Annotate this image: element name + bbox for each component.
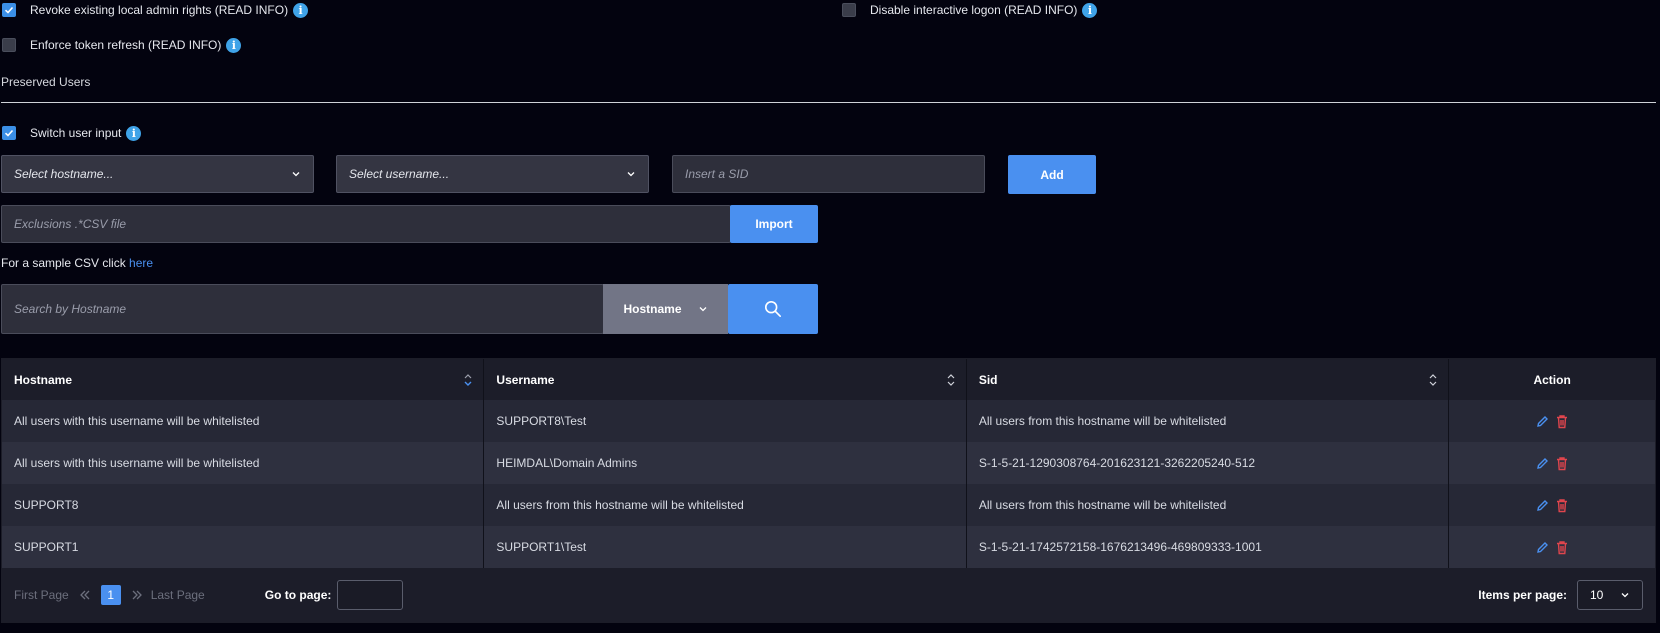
revoke-admin-checkbox[interactable] [2, 3, 16, 17]
cell-sid: S-1-5-21-1290308764-201623121-3262205240… [967, 442, 1450, 484]
edit-icon[interactable] [1535, 414, 1549, 429]
username-select-value: Select username... [349, 167, 450, 181]
column-sid-label: Sid [978, 372, 998, 387]
cell-hostname: All users with this username will be whi… [2, 400, 485, 442]
switch-user-input-option: Switch user input i [2, 124, 142, 142]
switch-user-input-label: Switch user input [30, 126, 122, 140]
revoke-admin-option: Revoke existing local admin rights (READ… [2, 1, 309, 19]
column-action-label: Action [1533, 372, 1571, 387]
column-username-label: Username [496, 372, 555, 387]
csv-file-input[interactable]: Exclusions .*CSV file [1, 205, 731, 243]
column-hostname[interactable]: Hostname [2, 359, 485, 400]
cell-hostname: All users with this username will be whi… [2, 442, 485, 484]
delete-icon[interactable] [1555, 456, 1569, 471]
edit-icon[interactable] [1535, 498, 1549, 513]
import-button[interactable]: Import [730, 205, 818, 243]
add-button[interactable]: Add [1008, 155, 1096, 194]
search-button[interactable] [728, 284, 818, 334]
last-page-link[interactable]: Last Page [151, 588, 205, 602]
table-row: SUPPORT1 SUPPORT1\Test S-1-5-21-17425721… [2, 526, 1655, 568]
cell-username: SUPPORT8\Test [484, 400, 967, 442]
cell-hostname: SUPPORT1 [2, 526, 485, 568]
sid-input[interactable]: Insert a SID [672, 155, 985, 193]
switch-user-input-checkbox[interactable] [2, 126, 16, 140]
table-row: All users with this username will be whi… [2, 442, 1655, 484]
search-filter-value: Hostname [623, 302, 682, 316]
cell-hostname: SUPPORT8 [2, 484, 485, 526]
chevron-down-icon [292, 172, 300, 177]
delete-icon[interactable] [1555, 540, 1569, 555]
edit-icon[interactable] [1535, 456, 1549, 471]
column-sid[interactable]: Sid [967, 359, 1450, 400]
username-select[interactable]: Select username... [336, 155, 649, 193]
hostname-select[interactable]: Select hostname... [1, 155, 314, 193]
column-username[interactable]: Username [484, 359, 967, 400]
cell-action [1449, 484, 1655, 526]
cell-username: All users from this hostname will be whi… [484, 484, 967, 526]
delete-icon[interactable] [1555, 498, 1569, 513]
disable-logon-label: Disable interactive logon (READ INFO) [870, 3, 1078, 17]
disable-logon-option: Disable interactive logon (READ INFO) i [842, 1, 1098, 19]
token-refresh-label: Enforce token refresh (READ INFO) [30, 38, 222, 52]
chevron-down-icon [699, 307, 706, 312]
sample-csv-text: For a sample CSV click here [1, 256, 153, 270]
chevron-down-icon [627, 172, 635, 177]
disable-logon-checkbox[interactable] [842, 3, 856, 17]
cell-sid: All users from this hostname will be whi… [967, 484, 1450, 526]
csv-placeholder: Exclusions .*CSV file [14, 217, 127, 231]
search-filter-select[interactable]: Hostname [603, 284, 728, 334]
cell-sid: All users from this hostname will be whi… [967, 400, 1450, 442]
check-icon [4, 129, 14, 137]
info-icon[interactable]: i [226, 37, 242, 53]
table-row: All users with this username will be whi… [2, 400, 1655, 442]
hostname-select-value: Select hostname... [14, 167, 114, 181]
cell-sid: S-1-5-21-1742572158-1676213496-469809333… [967, 526, 1450, 568]
preserved-users-table: Hostname Username Sid Action All users w… [1, 358, 1656, 623]
go-to-page-label: Go to page: [264, 588, 332, 602]
search-placeholder: Search by Hostname [14, 302, 127, 316]
info-icon[interactable]: i [293, 2, 309, 18]
search-icon [764, 300, 782, 318]
cell-action [1449, 526, 1655, 568]
cell-action [1449, 442, 1655, 484]
token-refresh-option: Enforce token refresh (READ INFO) i [2, 36, 242, 54]
double-chevron-left-icon[interactable] [79, 589, 91, 601]
cell-action [1449, 400, 1655, 442]
table-row: SUPPORT8 All users from this hostname wi… [2, 484, 1655, 526]
preserved-users-title: Preserved Users [1, 75, 91, 89]
sort-icon[interactable] [463, 371, 473, 389]
hostname-search-input[interactable]: Search by Hostname [1, 284, 604, 334]
table-header: Hostname Username Sid Action [2, 359, 1655, 400]
section-divider [1, 102, 1656, 103]
page-number-current[interactable]: 1 [100, 585, 121, 605]
items-per-page-value: 10 [1590, 588, 1604, 602]
revoke-admin-label: Revoke existing local admin rights (READ… [30, 3, 289, 17]
token-refresh-checkbox[interactable] [2, 38, 16, 52]
chevron-down-icon [1621, 593, 1629, 598]
items-per-page-select[interactable]: 10 [1577, 580, 1643, 610]
cell-username: HEIMDAL\Domain Admins [484, 442, 967, 484]
sort-icon[interactable] [946, 371, 956, 389]
check-icon [4, 6, 14, 14]
column-hostname-label: Hostname [14, 372, 73, 387]
sample-csv-link[interactable]: here [129, 256, 153, 270]
first-page-link[interactable]: First Page [14, 588, 69, 602]
cell-username: SUPPORT1\Test [484, 526, 967, 568]
double-chevron-right-icon[interactable] [131, 589, 143, 601]
sample-csv-label: For a sample CSV click [1, 256, 126, 270]
sort-icon[interactable] [1428, 371, 1438, 389]
go-to-page-input[interactable] [337, 580, 404, 610]
info-icon[interactable]: i [126, 125, 142, 141]
column-action: Action [1449, 359, 1655, 400]
pagination: First Page 1 Last Page Go to page: Items… [2, 568, 1655, 622]
edit-icon[interactable] [1535, 540, 1549, 555]
items-per-page-label: Items per page: [1478, 588, 1567, 602]
info-icon[interactable]: i [1082, 2, 1098, 18]
table-body: All users with this username will be whi… [2, 400, 1655, 568]
delete-icon[interactable] [1555, 414, 1569, 429]
sid-placeholder: Insert a SID [685, 167, 749, 181]
